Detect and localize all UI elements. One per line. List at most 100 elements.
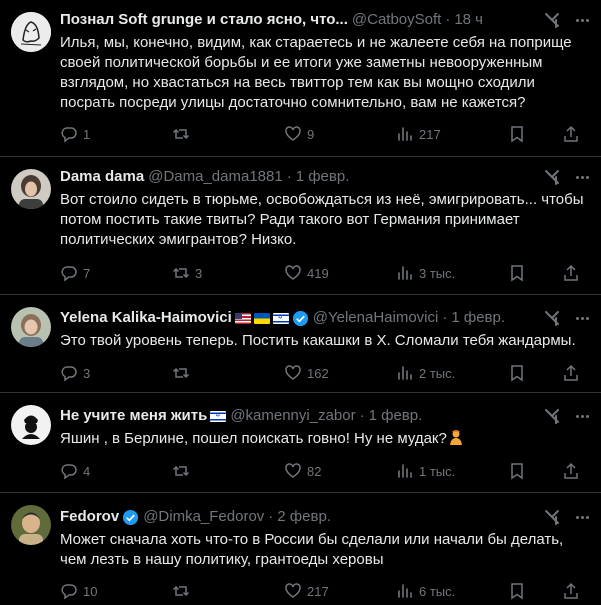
avatar[interactable] (11, 505, 51, 545)
grok-icon[interactable] (543, 11, 561, 29)
author-name[interactable]: Dama dama (60, 167, 144, 187)
retweet-button[interactable]: 3 (172, 263, 202, 283)
views-button[interactable]: 217 (396, 124, 441, 144)
views-button[interactable]: 1 тыс. (396, 461, 455, 481)
avatar[interactable] (11, 12, 51, 52)
grok-icon[interactable] (543, 407, 561, 425)
bookmark-icon (511, 583, 523, 600)
timestamp[interactable]: 1 февр. (451, 308, 505, 328)
retweet-button[interactable] (172, 363, 195, 383)
avatar[interactable] (11, 307, 51, 347)
separator-dot: · (286, 168, 292, 185)
views-button[interactable]: 2 тыс. (396, 363, 455, 383)
author-name[interactable]: Познал Soft grunge и стало ясно, что... (60, 10, 348, 30)
views-icon (398, 266, 412, 280)
like-count: 162 (307, 365, 329, 381)
tweet[interactable]: Познал Soft grunge и стало ясно, что... … (0, 0, 601, 157)
views-count: 2 тыс. (419, 365, 456, 381)
tweet-actions: 7 3 419 3 тыс. (60, 263, 587, 283)
more-icon[interactable] (571, 506, 593, 528)
more-icon[interactable] (571, 166, 593, 188)
like-button[interactable]: 217 (284, 581, 329, 601)
bookmark-button[interactable] (508, 581, 526, 601)
author-handle[interactable]: @YelenaHaimovici (313, 308, 439, 328)
person-shrugging-emoji-icon (449, 430, 462, 445)
views-icon (398, 584, 412, 598)
author-handle[interactable]: @CatboySoft (352, 10, 441, 30)
reply-button[interactable]: 3 (60, 363, 90, 383)
author-name[interactable]: Fedorov (60, 507, 119, 527)
retweet-button[interactable] (172, 581, 195, 601)
author-handle[interactable]: @Dama_dama1881 (148, 167, 282, 187)
separator-dot: · (445, 11, 451, 28)
reply-button[interactable]: 1 (60, 124, 90, 144)
views-icon (398, 464, 412, 478)
bookmark-button[interactable] (508, 263, 526, 283)
verified-icon (123, 509, 139, 525)
author-name[interactable]: Не учите меня жить (60, 406, 207, 426)
retweet-button[interactable] (172, 124, 195, 144)
author-handle[interactable]: @Dimka_Fedorov (143, 507, 264, 527)
timestamp[interactable]: 2 февр. (277, 507, 331, 527)
bookmark-icon (511, 463, 523, 480)
share-button[interactable] (562, 581, 580, 601)
tweet[interactable]: Не учите меня жить ✡ @kamennyi_zabor · 1… (0, 393, 601, 493)
grok-icon[interactable] (543, 168, 561, 186)
views-button[interactable]: 3 тыс. (396, 263, 455, 283)
like-icon (285, 365, 301, 380)
like-icon (285, 126, 301, 141)
share-icon (564, 264, 578, 281)
avatar[interactable] (11, 405, 51, 445)
more-icon[interactable] (571, 405, 593, 427)
reply-button[interactable]: 4 (60, 461, 90, 481)
bookmark-button[interactable] (508, 461, 526, 481)
reply-count: 1 (83, 126, 91, 142)
share-icon (564, 462, 578, 479)
tweet[interactable]: Fedorov @Dimka_Fedorov · 2 февр. Может с… (0, 493, 601, 605)
share-button[interactable] (562, 263, 580, 283)
more-icon[interactable] (571, 9, 593, 31)
separator-dot: · (442, 309, 448, 326)
avatar[interactable] (11, 169, 51, 209)
timestamp[interactable]: 1 февр. (296, 167, 350, 187)
like-count: 82 (307, 463, 322, 479)
tweet-text-container: Яшин , в Берлине, пошел поискать говно! … (60, 429, 587, 449)
reply-button[interactable]: 7 (60, 263, 90, 283)
like-button[interactable]: 162 (284, 363, 329, 383)
share-icon (564, 582, 578, 599)
timestamp[interactable]: 1 февр. (369, 406, 423, 426)
like-button[interactable]: 419 (284, 263, 329, 283)
ukraine-flag-icon (253, 312, 270, 324)
tweet[interactable]: Dama dama @Dama_dama1881 · 1 февр. Вот с… (0, 157, 601, 295)
bookmark-button[interactable] (508, 124, 526, 144)
retweet-button[interactable] (172, 461, 195, 481)
tweet-header: Dama dama @Dama_dama1881 · 1 февр. (60, 166, 541, 188)
tweet-actions: 1 9 217 (60, 124, 587, 144)
share-button[interactable] (562, 363, 580, 383)
timestamp[interactable]: 18 ч (454, 10, 483, 30)
reply-count: 7 (83, 265, 91, 281)
like-button[interactable]: 82 (284, 461, 321, 481)
retweet-icon (172, 465, 190, 477)
tweet[interactable]: Yelena Kalika-Haimovici ✡ @YelenaHaimovi… (0, 295, 601, 393)
views-count: 3 тыс. (419, 265, 456, 281)
views-button[interactable]: 6 тыс. (396, 581, 455, 601)
reply-count: 10 (83, 583, 98, 599)
bookmark-button[interactable] (508, 363, 526, 383)
us-flag-icon (234, 312, 251, 324)
tweet-header: Не учите меня жить ✡ @kamennyi_zabor · 1… (60, 405, 541, 427)
share-button[interactable] (562, 124, 580, 144)
grok-icon[interactable] (543, 309, 561, 327)
tweet-actions: 3 162 2 тыс. (60, 363, 587, 383)
like-button[interactable]: 9 (284, 124, 314, 144)
more-icon[interactable] (571, 307, 593, 329)
grok-icon[interactable] (543, 508, 561, 526)
share-button[interactable] (562, 461, 580, 481)
views-count: 217 (419, 126, 441, 142)
share-icon (564, 364, 578, 381)
reply-button[interactable]: 10 (60, 581, 97, 601)
bookmark-icon (511, 126, 523, 143)
author-name[interactable]: Yelena Kalika-Haimovici (60, 308, 232, 328)
flag-emojis: ✡ (210, 410, 227, 422)
author-handle[interactable]: @kamennyi_zabor (230, 406, 355, 426)
